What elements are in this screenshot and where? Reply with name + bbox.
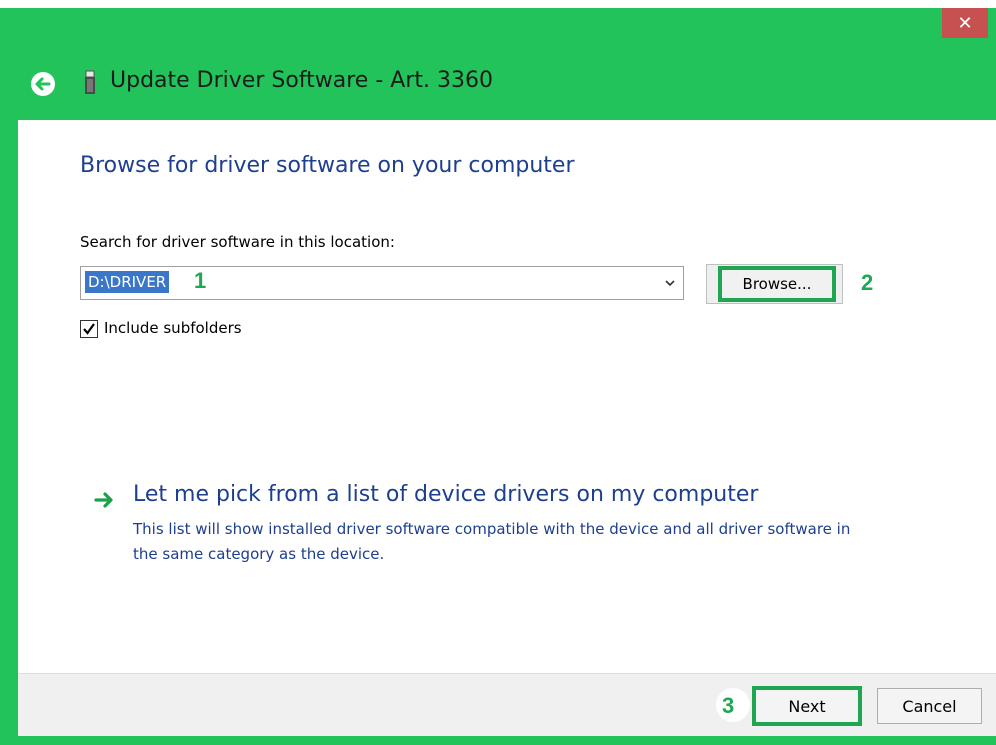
close-button[interactable]: ✕ bbox=[942, 8, 988, 38]
step-2-badge: 2 bbox=[861, 270, 874, 295]
include-subfolders-checkbox[interactable] bbox=[80, 320, 98, 338]
chevron-down-icon[interactable] bbox=[663, 276, 677, 290]
path-combobox[interactable]: D:\DRIVER bbox=[80, 266, 684, 300]
step-1-badge: 1 bbox=[194, 268, 207, 293]
path-value[interactable]: D:\DRIVER bbox=[85, 271, 170, 293]
top-strip bbox=[0, 0, 996, 8]
next-button[interactable]: Next bbox=[752, 686, 862, 726]
cancel-button[interactable]: Cancel bbox=[877, 688, 982, 724]
pick-from-list-description: This list will show installed driver sof… bbox=[133, 520, 851, 563]
content-panel: Browse for driver software on your compu… bbox=[18, 120, 996, 673]
dialog-window: ✕ Update Driver Software - Art. 3360 Bro… bbox=[0, 0, 996, 745]
window-title: Update Driver Software - Art. 3360 bbox=[110, 68, 493, 93]
pick-from-list-link[interactable]: Let me pick from a list of device driver… bbox=[133, 482, 758, 507]
green-arrow-icon bbox=[94, 492, 113, 508]
include-subfolders-label[interactable]: Include subfolders bbox=[104, 319, 242, 337]
step-3-badge: 3 bbox=[722, 693, 735, 718]
search-location-label: Search for driver software in this locat… bbox=[80, 233, 395, 251]
checkmark-icon bbox=[83, 323, 95, 335]
browse-button[interactable]: Browse... bbox=[718, 266, 836, 302]
back-arrow-icon[interactable] bbox=[30, 71, 56, 97]
usb-device-icon bbox=[85, 70, 95, 94]
page-heading: Browse for driver software on your compu… bbox=[80, 153, 575, 178]
